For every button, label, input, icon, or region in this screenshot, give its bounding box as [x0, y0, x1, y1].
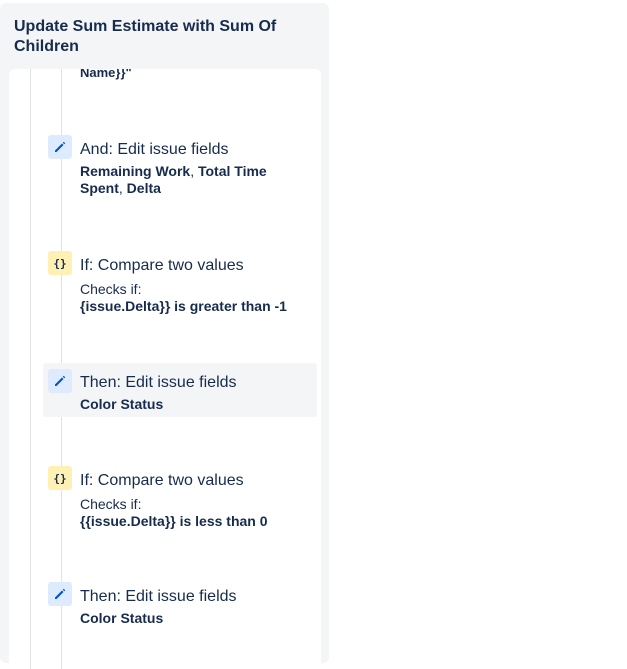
step-subtitle: Checks if: — [80, 496, 142, 512]
condition-braces-icon: {} — [48, 251, 72, 275]
field-remaining-work: Remaining Work — [80, 163, 191, 179]
step-edit-issue-fields[interactable]: Then: Edit issue fields Color Status — [43, 579, 317, 629]
field-separator: , — [190, 163, 198, 179]
previous-step-detail: Name}}" — [80, 69, 132, 80]
field-separator: , — [118, 180, 127, 196]
step-compare-values[interactable]: {} If: Compare two values Checks if: {is… — [43, 248, 317, 314]
rule-title: Update Sum Estimate with Sum Of Children — [14, 18, 277, 55]
step-title: If: Compare two values — [80, 257, 244, 274]
step-fields: Remaining Work, Total Time Spent, Delta — [80, 163, 310, 197]
step-condition: {issue.Delta}} is greater than -1 — [80, 298, 287, 314]
step-edit-issue-fields[interactable]: And: Edit issue fields Remaining Work, T… — [43, 132, 317, 202]
field-delta: Delta — [126, 180, 161, 196]
step-title: Then: Edit issue fields — [80, 588, 237, 605]
step-title: If: Compare two values — [80, 472, 244, 489]
edit-pencil-icon — [48, 135, 72, 159]
step-fields: Color Status — [80, 610, 164, 626]
edit-pencil-icon — [48, 369, 72, 393]
outer-connector-line — [30, 69, 31, 669]
step-title: And: Edit issue fields — [80, 141, 229, 158]
rule-panel: Update Sum Estimate with Sum Of Children… — [0, 3, 329, 669]
rule-canvas[interactable]: Name}}" And: Edit issue fields Remaining… — [9, 69, 321, 669]
step-condition: {{issue.Delta}} is less than 0 — [80, 513, 268, 529]
step-compare-values[interactable]: {} If: Compare two values Checks if: {{i… — [43, 463, 317, 529]
step-edit-issue-fields[interactable]: Then: Edit issue fields Color Status — [43, 363, 317, 417]
step-title: Then: Edit issue fields — [80, 374, 237, 391]
condition-braces-icon: {} — [48, 466, 72, 490]
step-fields: Color Status — [80, 396, 164, 412]
edit-pencil-icon — [48, 582, 72, 606]
step-subtitle: Checks if: — [80, 281, 142, 297]
